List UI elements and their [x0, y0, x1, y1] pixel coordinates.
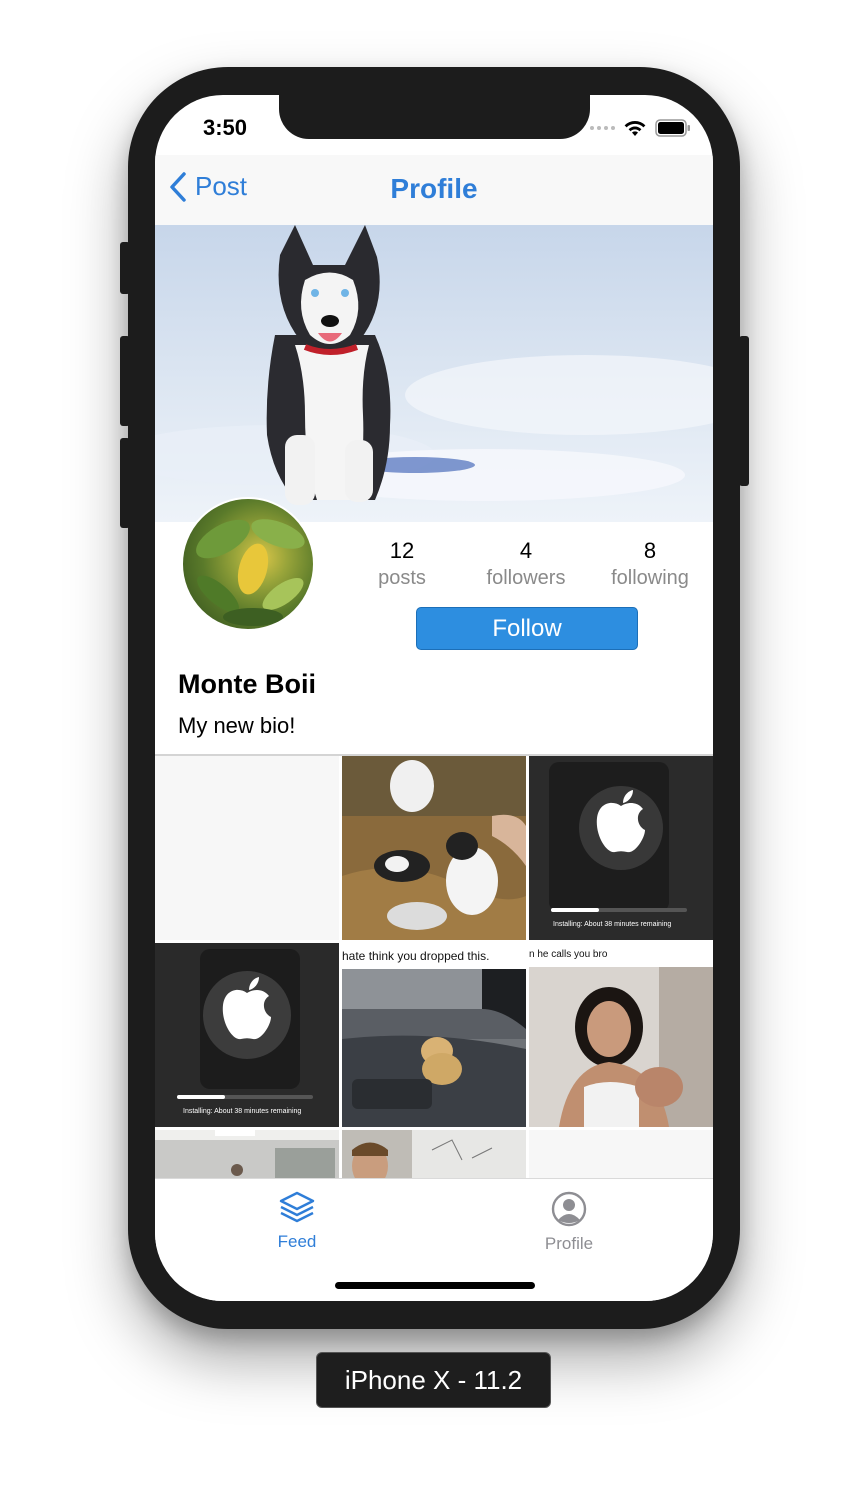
page-title: Profile — [390, 173, 478, 204]
posts-label: posts — [378, 567, 426, 589]
following-count: 8 — [643, 538, 657, 563]
follow-button[interactable]: Follow — [416, 607, 638, 650]
signal-icon — [590, 126, 615, 130]
volume-up-button — [120, 336, 130, 426]
device-label: iPhone X - 11.2 — [316, 1352, 551, 1408]
grid-cell-empty[interactable] — [529, 1130, 713, 1178]
grid-cell-whiteboard[interactable] — [342, 1130, 526, 1178]
dog-car-image — [342, 969, 526, 1127]
profile-bio: My new bio! — [178, 713, 296, 738]
person-meme-image — [529, 967, 713, 1127]
whiteboard-image — [342, 1130, 526, 1178]
avatar[interactable] — [181, 497, 315, 631]
following-stat[interactable]: 8 following — [588, 537, 712, 591]
phone-screen: 3:50 Post Profile 12 posts 4 followers 8… — [155, 95, 713, 1301]
layers-icon — [279, 1191, 315, 1223]
apple-install-image — [529, 756, 713, 940]
posts-grid: Installing: About 38 minutes remaining I… — [155, 756, 713, 1178]
power-button — [739, 336, 749, 486]
grid-cell-empty[interactable] — [155, 756, 339, 940]
husky-image — [155, 225, 713, 522]
notch — [279, 95, 590, 139]
silent-switch — [120, 242, 130, 294]
wifi-icon — [624, 121, 646, 136]
cover-photo — [155, 225, 713, 522]
followers-count: 4 — [519, 538, 533, 563]
grid-cell-install-2[interactable]: Installing: About 38 minutes remaining — [155, 943, 339, 1127]
meme-caption: hate think you dropped this. — [342, 949, 490, 963]
tab-profile-label: Profile — [544, 1234, 594, 1253]
apple-install-image — [155, 943, 339, 1127]
followers-label: followers — [486, 567, 566, 589]
posts-stat[interactable]: 12 posts — [340, 537, 464, 591]
grid-cell-dog-meme[interactable]: hate think you dropped this. — [342, 943, 526, 1127]
following-label: following — [611, 567, 689, 589]
install-progress-text: Installing: About 38 minutes remaining — [183, 1108, 302, 1115]
profile-name: Monte Boii — [178, 669, 316, 699]
tab-profile[interactable]: Profile — [509, 1191, 629, 1254]
battery-icon — [655, 119, 690, 137]
tab-feed[interactable]: Feed — [237, 1191, 357, 1252]
tab-feed-label: Feed — [277, 1232, 317, 1251]
grid-cell-install-1[interactable]: Installing: About 38 minutes remaining — [529, 756, 713, 940]
grid-cell-goats[interactable] — [342, 756, 526, 940]
home-indicator[interactable] — [335, 1282, 535, 1289]
goats-image — [342, 756, 526, 940]
followers-stat[interactable]: 4 followers — [464, 537, 588, 591]
person-circle-icon — [551, 1191, 587, 1227]
grid-cell-office[interactable] — [155, 1130, 339, 1178]
meme-caption: n he calls you bro — [529, 949, 608, 960]
install-progress-text: Installing: About 38 minutes remaining — [553, 921, 672, 928]
status-time: 3:50 — [203, 115, 248, 140]
navigation-bar: Post Profile — [155, 155, 713, 225]
posts-count: 12 — [389, 538, 415, 563]
volume-down-button — [120, 438, 130, 528]
profile-stats: 12 posts 4 followers 8 following — [340, 537, 712, 591]
status-icons — [590, 119, 691, 137]
grid-cell-kim-meme[interactable]: n he calls you bro — [529, 943, 713, 1127]
office-image — [155, 1130, 339, 1178]
avatar-image — [196, 519, 305, 626]
